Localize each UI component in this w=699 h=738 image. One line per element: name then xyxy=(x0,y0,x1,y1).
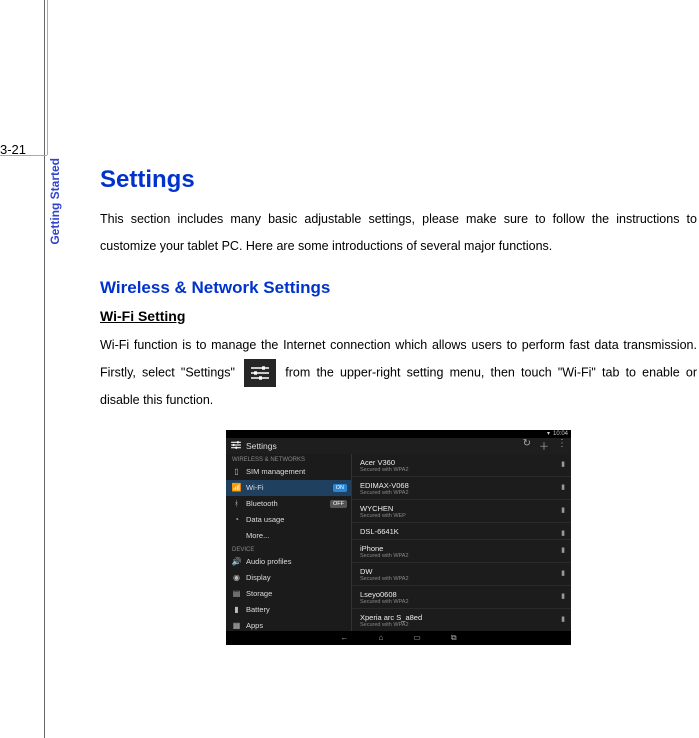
battery-icon: ▮ xyxy=(232,605,241,614)
home-icon[interactable]: ⌂ xyxy=(378,633,383,642)
settings-sidebar: WIRELESS & NETWORKS ▯SIM management 📶Wi-… xyxy=(226,454,352,631)
storage-icon: ▤ xyxy=(232,589,241,598)
page-content: Settings This section includes many basi… xyxy=(100,166,697,645)
sidebar-item-display[interactable]: ◉Display xyxy=(226,570,351,586)
bluetooth-toggle[interactable]: OFF xyxy=(330,500,347,508)
network-item[interactable]: Acer V360Secured with WPA2▮ xyxy=(352,454,571,477)
signal-icon: ▮ xyxy=(561,615,565,623)
sidebar-item-apps[interactable]: ▦Apps xyxy=(226,618,351,631)
settings-sliders-icon xyxy=(230,440,242,452)
data-usage-icon: ◔ xyxy=(232,515,241,524)
audio-icon: 🔊 xyxy=(232,557,241,566)
screenshot-icon[interactable]: ⧉ xyxy=(451,633,457,643)
side-chapter-label: Getting Started xyxy=(48,158,62,245)
wifi-icon: 📶 xyxy=(232,483,241,492)
status-time: 10:04 xyxy=(553,431,568,437)
refresh-icon[interactable]: ↻ xyxy=(523,438,531,453)
network-item[interactable]: iPhoneSecured with WPA2▮ xyxy=(352,540,571,563)
sidebar-item-bluetooth[interactable]: ᚼBluetoothOFF xyxy=(226,496,351,512)
network-item[interactable]: WYCHENSecured with WEP▮ xyxy=(352,500,571,523)
network-item[interactable]: EDIMAX-V068Secured with WPA2▮ xyxy=(352,477,571,500)
signal-icon: ▮ xyxy=(561,529,565,537)
sidebar-item-battery[interactable]: ▮Battery xyxy=(226,602,351,618)
back-icon[interactable]: ← xyxy=(340,633,348,642)
sidebar-item-sim[interactable]: ▯SIM management xyxy=(226,464,351,480)
sidebar-item-wifi[interactable]: 📶Wi-FiON xyxy=(226,480,351,496)
heading-wifi-setting: Wi-Fi Setting xyxy=(100,308,697,324)
network-item[interactable]: Xperia arc S_a8edSecured with WPA2▮ xyxy=(352,609,571,631)
wifi-toggle[interactable]: ON xyxy=(333,484,347,492)
settings-titlebar: Settings ↻ ＋ ⋮ xyxy=(226,438,571,454)
sidebar-item-more[interactable]: More... xyxy=(226,528,351,544)
android-nav-bar: ← ⌂ ▭ ⧉ xyxy=(226,631,571,645)
signal-icon: ▮ xyxy=(561,546,565,554)
section-device: DEVICE xyxy=(226,544,351,554)
sidebar-item-audio[interactable]: 🔊Audio profiles xyxy=(226,554,351,570)
heading-wireless-network: Wireless & Network Settings xyxy=(100,278,697,298)
left-rule-light xyxy=(47,0,48,155)
heading-settings: Settings xyxy=(100,166,697,194)
signal-icon: ▮ xyxy=(561,460,565,468)
wifi-paragraph: Wi-Fi function is to manage the Internet… xyxy=(100,332,697,414)
embedded-android-settings-screenshot: ▾ 10:04 Settings ↻ ＋ ⋮ xyxy=(226,430,571,645)
settings-sliders-icon xyxy=(244,359,276,387)
signal-icon: ▮ xyxy=(561,506,565,514)
status-bar: ▾ 10:04 xyxy=(226,430,571,438)
wifi-status-icon: ▾ xyxy=(547,430,550,437)
bluetooth-icon: ᚼ xyxy=(232,499,241,508)
signal-icon: ▮ xyxy=(561,483,565,491)
apps-icon: ▦ xyxy=(232,621,241,630)
display-icon: ◉ xyxy=(232,573,241,582)
sidebar-item-data-usage[interactable]: ◔Data usage xyxy=(226,512,351,528)
network-item[interactable]: DWSecured with WPA2▮ xyxy=(352,563,571,586)
add-icon[interactable]: ＋ xyxy=(539,438,549,453)
sidebar-item-storage[interactable]: ▤Storage xyxy=(226,586,351,602)
network-item[interactable]: DSL-6641K▮ xyxy=(352,523,571,540)
network-item[interactable]: Lseyo0608Secured with WPA2▮ xyxy=(352,586,571,609)
intro-paragraph: This section includes many basic adjusta… xyxy=(100,206,697,260)
page-number: 3-21 xyxy=(0,142,26,157)
recent-apps-icon[interactable]: ▭ xyxy=(413,633,421,642)
section-wireless-networks: WIRELESS & NETWORKS xyxy=(226,454,351,464)
signal-icon: ▮ xyxy=(561,569,565,577)
overflow-menu-icon[interactable]: ⋮ xyxy=(557,438,567,453)
signal-icon: ▮ xyxy=(561,592,565,600)
sim-icon: ▯ xyxy=(232,467,241,476)
wifi-network-list: Acer V360Secured with WPA2▮ EDIMAX-V068S… xyxy=(352,454,571,631)
left-rule-dark xyxy=(44,0,45,738)
titlebar-text: Settings xyxy=(246,441,277,451)
